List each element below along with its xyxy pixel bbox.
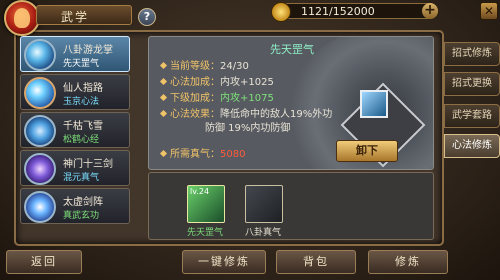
slot-level: lv.24	[190, 187, 210, 196]
skill-name: 神门十三剑	[63, 159, 113, 170]
skill-name: 八卦游龙掌	[63, 45, 113, 56]
skill-item-qiankufeixue[interactable]: 千枯飞雪 松鹤心经	[20, 112, 130, 148]
header-bar: 武学 ? 1121/152000 + ✕	[0, 0, 500, 36]
skill-name: 千枯飞雪	[63, 121, 103, 132]
coin-icon	[271, 2, 291, 22]
skill-method: 混元真气	[63, 173, 100, 183]
skill-name: 太虚剑阵	[63, 197, 103, 208]
back-button[interactable]: 返回	[6, 250, 82, 274]
effect-row: 心法加成：内攻+1025	[159, 73, 274, 88]
level-row: 当前等级：24/30	[159, 57, 249, 72]
skill-icon	[24, 115, 56, 147]
currency-value: 1121/152000	[301, 5, 375, 18]
skill-icon	[24, 39, 56, 71]
method-inventory: lv.24 先天罡气 八卦真气	[148, 172, 434, 240]
slot-label: 八卦真气	[244, 228, 281, 238]
next-level-row: 下级加成：内攻+1075	[159, 89, 274, 104]
add-currency-button[interactable]: +	[422, 3, 438, 19]
skill-method: 玉京心法	[63, 97, 100, 107]
game-screen: 武学 ? 1121/152000 + ✕ 八卦游龙掌 先天罡气 仙人指路 玉京心…	[0, 0, 500, 280]
martial-emblem-icon	[4, 0, 40, 36]
train-button[interactable]: 修炼	[368, 250, 448, 274]
book-icon	[360, 90, 388, 118]
skill-effect-line2: 防御 19%内功防御	[205, 123, 291, 134]
currency-display: 1121/152000	[271, 2, 438, 22]
cost-value: 5080	[220, 149, 246, 160]
auto-train-button[interactable]: 一键修炼	[182, 250, 266, 274]
skill-effect-row: 心法效果：降低命中的敌人19%外功	[159, 105, 332, 120]
tab-move-replace[interactable]: 招式更换	[444, 72, 500, 96]
skill-method: 松鹤心经	[63, 135, 100, 145]
skill-method: 真武玄功	[63, 211, 100, 221]
skill-method: 先天罡气	[63, 59, 100, 69]
level-value: 24/30	[220, 61, 249, 72]
skill-item-taixujianzhen[interactable]: 太虚剑阵 真武玄功	[20, 188, 130, 224]
unload-button[interactable]: 卸下	[336, 140, 398, 162]
skill-icon	[24, 77, 56, 109]
skill-item-xianrenzhilu[interactable]: 仙人指路 玉京心法	[20, 74, 130, 110]
cost-row: 所需真气：5080	[159, 145, 246, 160]
skill-list: 八卦游龙掌 先天罡气 仙人指路 玉京心法 千枯飞雪 松鹤心经 神门十三剑 混元真…	[20, 36, 130, 226]
next-value: 内攻+1075	[220, 93, 274, 104]
help-button[interactable]: ?	[138, 8, 156, 26]
detail-title: 先天罡气	[270, 43, 314, 56]
method-slot-baguazhenqi[interactable]	[245, 185, 283, 223]
skill-icon	[24, 191, 56, 223]
skill-name: 仙人指路	[63, 83, 103, 94]
skill-item-baguayoulongzhang[interactable]: 八卦游龙掌 先天罡气	[20, 36, 130, 72]
tab-martial-routine[interactable]: 武学套路	[444, 104, 500, 128]
slot-label: 先天罡气	[186, 228, 223, 238]
method-slot-xiantiangangqi[interactable]: lv.24	[187, 185, 225, 223]
close-button[interactable]: ✕	[480, 2, 498, 20]
skill-item-shenmenshisanjian[interactable]: 神门十三剑 混元真气	[20, 150, 130, 186]
page-title: 武学	[61, 10, 90, 24]
bag-button[interactable]: 背包	[276, 250, 356, 274]
tab-method-training[interactable]: 心法修炼	[444, 134, 500, 158]
title-plate: 武学	[36, 5, 132, 25]
skill-icon	[24, 153, 56, 185]
effect-value: 内攻+1025	[220, 77, 274, 88]
tab-move-training[interactable]: 招式修炼	[444, 42, 500, 66]
